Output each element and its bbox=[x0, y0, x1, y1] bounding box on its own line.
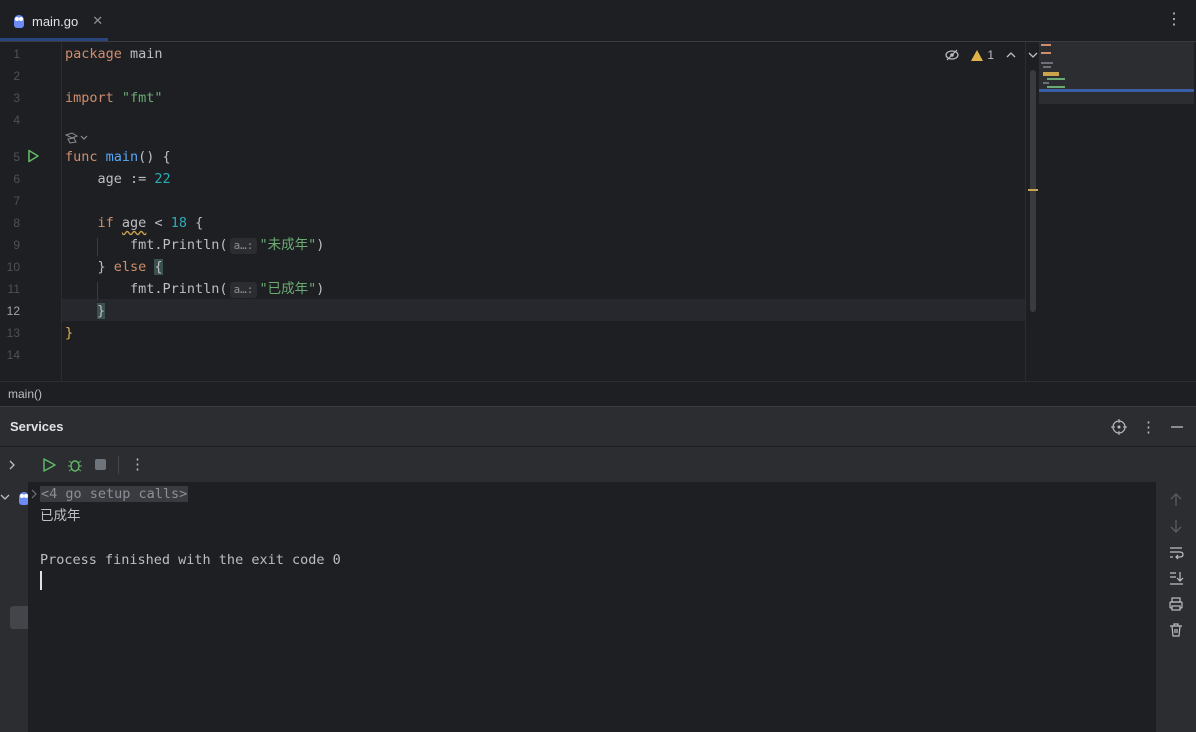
services-toolbar: ⋮ bbox=[0, 446, 1196, 482]
minimize-icon[interactable] bbox=[1170, 419, 1184, 435]
ai-suggestion-icon[interactable] bbox=[65, 131, 89, 145]
scroll-thumb[interactable] bbox=[1030, 70, 1036, 312]
arrow-up-icon[interactable] bbox=[1168, 492, 1184, 508]
parameter-hint: a…: bbox=[229, 282, 258, 298]
editor-scrollbar[interactable] bbox=[1025, 42, 1039, 381]
warnings-indicator[interactable]: 1 bbox=[971, 48, 994, 62]
go-file-icon bbox=[12, 13, 26, 29]
warning-highlight: age bbox=[121, 215, 147, 231]
active-tab-indicator bbox=[0, 38, 108, 41]
code-line: } bbox=[65, 325, 74, 341]
panel-title: Services bbox=[10, 419, 64, 434]
chevron-right-icon[interactable] bbox=[7, 459, 17, 471]
line-number: 1 bbox=[13, 47, 20, 61]
chevron-right-icon[interactable] bbox=[30, 489, 38, 499]
services-panel-header: Services ⋮ bbox=[0, 406, 1196, 446]
minimap-line bbox=[1043, 66, 1051, 68]
console-line: <4 go setup calls> bbox=[40, 483, 189, 505]
more-vertical-icon[interactable]: ⋮ bbox=[130, 455, 145, 473]
line-number: 5 bbox=[13, 150, 20, 164]
line-number: 6 bbox=[13, 172, 20, 186]
editor-tab-bar: main.go ✕ ⋮ bbox=[0, 0, 1196, 42]
soft-wrap-icon[interactable] bbox=[1168, 544, 1184, 560]
code-line: fmt.Println(a…: "未成年") bbox=[65, 237, 325, 254]
line-number: 14 bbox=[6, 348, 20, 362]
warning-count: 1 bbox=[987, 48, 994, 62]
line-number: 4 bbox=[13, 113, 20, 127]
run-icon[interactable] bbox=[41, 457, 57, 473]
debug-icon[interactable] bbox=[67, 457, 83, 473]
minimap-line bbox=[1047, 78, 1065, 80]
code-line: age := 22 bbox=[65, 171, 171, 187]
console-line: 已成年 bbox=[40, 508, 81, 524]
text-caret bbox=[40, 571, 42, 590]
code-line: if age < 18 { bbox=[65, 215, 204, 231]
line-number: 10 bbox=[6, 260, 20, 274]
chevron-down-icon[interactable] bbox=[0, 492, 10, 502]
services-tree bbox=[0, 482, 29, 732]
warning-marker[interactable] bbox=[1028, 189, 1038, 191]
arrow-down-icon[interactable] bbox=[1168, 518, 1184, 534]
scroll-to-end-icon[interactable] bbox=[1168, 570, 1184, 586]
more-vertical-icon[interactable]: ⋮ bbox=[1141, 418, 1156, 436]
line-number: 12 bbox=[6, 304, 20, 318]
line-number: 9 bbox=[13, 238, 20, 252]
collapsed-setup-calls[interactable]: <4 go setup calls> bbox=[40, 486, 189, 502]
line-number: 7 bbox=[13, 194, 20, 208]
parameter-hint: a…: bbox=[229, 238, 258, 254]
minimap-line bbox=[1041, 44, 1051, 46]
line-number: 2 bbox=[13, 69, 20, 83]
matched-brace: } bbox=[97, 303, 106, 319]
line-number: 11 bbox=[7, 282, 20, 296]
tab-main-go[interactable]: main.go ✕ bbox=[6, 8, 109, 34]
code-content[interactable]: package main import "fmt" func main() { … bbox=[65, 42, 1026, 381]
code-line: } bbox=[97, 300, 106, 322]
print-icon[interactable] bbox=[1168, 596, 1184, 612]
run-icon[interactable] bbox=[26, 149, 40, 163]
minimap-line bbox=[1043, 82, 1049, 84]
console-line: Process finished with the exit code 0 bbox=[40, 552, 341, 568]
tab-label: main.go bbox=[32, 13, 79, 29]
code-line: func main() { bbox=[65, 149, 171, 165]
trash-icon[interactable] bbox=[1168, 622, 1184, 638]
indent-guide bbox=[97, 238, 98, 256]
target-icon[interactable] bbox=[1111, 419, 1127, 435]
divider bbox=[118, 456, 119, 474]
code-line: package main bbox=[65, 46, 163, 62]
more-vertical-icon[interactable]: ⋮ bbox=[1166, 12, 1182, 28]
indent-guide bbox=[97, 282, 98, 300]
warning-icon bbox=[971, 49, 984, 61]
code-line: fmt.Println(a…: "已成年") bbox=[65, 281, 325, 298]
matched-brace: { bbox=[154, 259, 163, 275]
breadcrumb[interactable]: main() bbox=[0, 381, 1196, 406]
chevron-up-icon[interactable] bbox=[1006, 51, 1016, 59]
minimap-line bbox=[1041, 62, 1053, 64]
minimap-viewport-line bbox=[1039, 89, 1194, 92]
line-gutter: 1 2 3 4 5 6 7 8 9 10 11 12 13 14 bbox=[0, 42, 62, 381]
line-number: 13 bbox=[6, 326, 20, 340]
minimap-line bbox=[1047, 86, 1065, 88]
line-number: 3 bbox=[13, 91, 20, 105]
code-line: } else { bbox=[65, 259, 163, 275]
tree-selection-handle[interactable] bbox=[10, 606, 28, 629]
line-number: 8 bbox=[13, 216, 20, 230]
minimap-line bbox=[1041, 52, 1051, 54]
minimap[interactable] bbox=[1039, 42, 1194, 104]
console-actions bbox=[1156, 482, 1196, 732]
minimap-line bbox=[1043, 72, 1059, 76]
run-console[interactable]: <4 go setup calls> 已成年 Process finished … bbox=[28, 482, 1156, 732]
close-icon[interactable]: ✕ bbox=[92, 13, 103, 29]
eye-hidden-icon[interactable] bbox=[945, 49, 959, 61]
code-line: import "fmt" bbox=[65, 90, 163, 106]
code-editor[interactable]: 1 2 3 4 5 6 7 8 9 10 11 12 13 14 package… bbox=[0, 42, 1196, 381]
stop-icon[interactable] bbox=[95, 459, 106, 470]
